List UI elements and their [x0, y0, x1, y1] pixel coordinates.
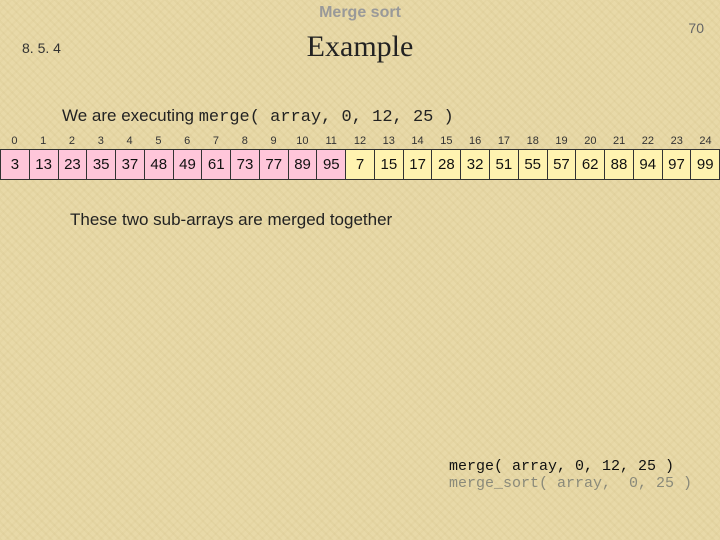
index-cell: 22 — [634, 135, 663, 149]
value-cell: 49 — [173, 149, 202, 180]
index-cell: 11 — [317, 135, 346, 149]
array-block: 0123456789101112131415161718192021222324… — [0, 135, 720, 180]
index-cell: 12 — [346, 135, 375, 149]
value-cell: 35 — [86, 149, 115, 180]
index-cell: 24 — [691, 135, 720, 149]
value-cell: 37 — [115, 149, 144, 180]
index-cell: 6 — [173, 135, 202, 149]
index-cell: 2 — [58, 135, 87, 149]
index-cell: 23 — [662, 135, 691, 149]
sub-text: These two sub-arrays are merged together — [70, 210, 720, 230]
slide-title: Example — [0, 30, 720, 64]
index-cell: 5 — [144, 135, 173, 149]
value-cell: 7 — [345, 149, 374, 180]
value-cell: 48 — [144, 149, 173, 180]
value-cell: 89 — [288, 149, 317, 180]
value-cell: 23 — [58, 149, 87, 180]
value-cell: 3 — [0, 149, 29, 180]
index-cell: 13 — [374, 135, 403, 149]
index-cell: 1 — [29, 135, 58, 149]
exec-prefix: We are executing — [62, 106, 199, 125]
index-cell: 4 — [115, 135, 144, 149]
exec-line: We are executing merge( array, 0, 12, 25… — [62, 106, 720, 127]
value-cell: 57 — [547, 149, 576, 180]
value-cell: 77 — [259, 149, 288, 180]
value-cell: 62 — [575, 149, 604, 180]
index-cell: 7 — [202, 135, 231, 149]
exec-code: merge( array, 0, 12, 25 ) — [199, 108, 454, 127]
index-row: 0123456789101112131415161718192021222324 — [0, 135, 720, 149]
value-cell: 61 — [201, 149, 230, 180]
value-cell: 94 — [633, 149, 662, 180]
index-cell: 19 — [547, 135, 576, 149]
call-stack: merge( array, 0, 12, 25 )merge_sort( arr… — [449, 458, 692, 492]
header-title: Merge sort — [0, 0, 720, 22]
value-cell: 73 — [230, 149, 259, 180]
value-cell: 95 — [316, 149, 345, 180]
index-cell: 3 — [86, 135, 115, 149]
value-cell: 17 — [403, 149, 432, 180]
value-cell: 51 — [489, 149, 518, 180]
call-stack-line: merge_sort( array, 0, 25 ) — [449, 475, 692, 492]
index-cell: 14 — [403, 135, 432, 149]
index-cell: 20 — [576, 135, 605, 149]
value-cell: 28 — [431, 149, 460, 180]
value-cell: 13 — [29, 149, 58, 180]
section-number: 8. 5. 4 — [22, 40, 61, 56]
index-cell: 17 — [490, 135, 519, 149]
value-cell: 15 — [374, 149, 403, 180]
index-cell: 18 — [518, 135, 547, 149]
index-cell: 8 — [230, 135, 259, 149]
index-cell: 10 — [288, 135, 317, 149]
value-cell: 88 — [604, 149, 633, 180]
page-number: 70 — [688, 20, 704, 36]
value-cell: 55 — [518, 149, 547, 180]
index-cell: 15 — [432, 135, 461, 149]
index-cell: 21 — [605, 135, 634, 149]
call-stack-line: merge( array, 0, 12, 25 ) — [449, 458, 692, 475]
index-cell: 9 — [259, 135, 288, 149]
index-cell: 16 — [461, 135, 490, 149]
value-cell: 97 — [662, 149, 691, 180]
value-cell: 99 — [690, 149, 720, 180]
value-row: 3132335374849617377899571517283251555762… — [0, 149, 720, 180]
value-cell: 32 — [460, 149, 489, 180]
index-cell: 0 — [0, 135, 29, 149]
